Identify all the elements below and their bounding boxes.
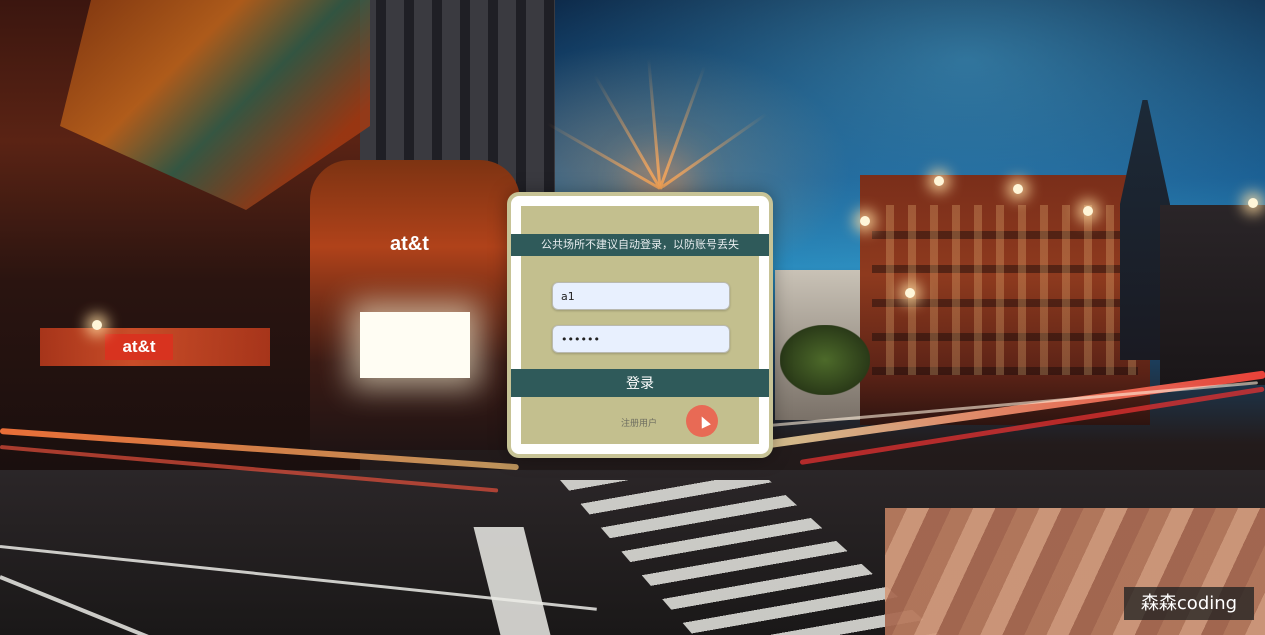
background-street-lamp <box>1013 184 1023 194</box>
background-far-building <box>1160 205 1265 385</box>
background-street-lamp <box>860 216 870 226</box>
background-street-lamp <box>92 320 102 330</box>
background-billboard <box>360 312 470 378</box>
auto-login-notice: 公共场所不建议自动登录，以防账号丢失 <box>511 234 769 256</box>
background-street-lamp <box>905 288 915 298</box>
cursor-highlight <box>686 405 718 437</box>
background-rooftop-sign: at&t <box>390 233 429 255</box>
mouse-pointer-icon <box>697 414 711 429</box>
register-link[interactable]: 注册用户 <box>621 416 657 429</box>
background-street-lamp <box>934 176 944 186</box>
background-tree <box>780 325 870 395</box>
background-street-lamp <box>1083 206 1093 216</box>
watermark: 森森coding <box>1124 587 1254 620</box>
background-round-building <box>310 160 520 450</box>
background-brick-building <box>860 175 1150 425</box>
background-store-sign: at&t <box>105 334 173 360</box>
password-input[interactable] <box>552 325 730 353</box>
background-street-lamp <box>1248 198 1258 208</box>
background-city-scene: at&t at&t 公共场所不建议自动登录，以防账号丢失 登录 注册用户 <box>0 0 1265 635</box>
login-button[interactable]: 登录 <box>511 369 769 397</box>
login-card: 公共场所不建议自动登录，以防账号丢失 登录 注册用户 <box>507 192 773 458</box>
username-input[interactable] <box>552 282 730 310</box>
login-form: 公共场所不建议自动登录，以防账号丢失 登录 注册用户 <box>511 206 769 444</box>
